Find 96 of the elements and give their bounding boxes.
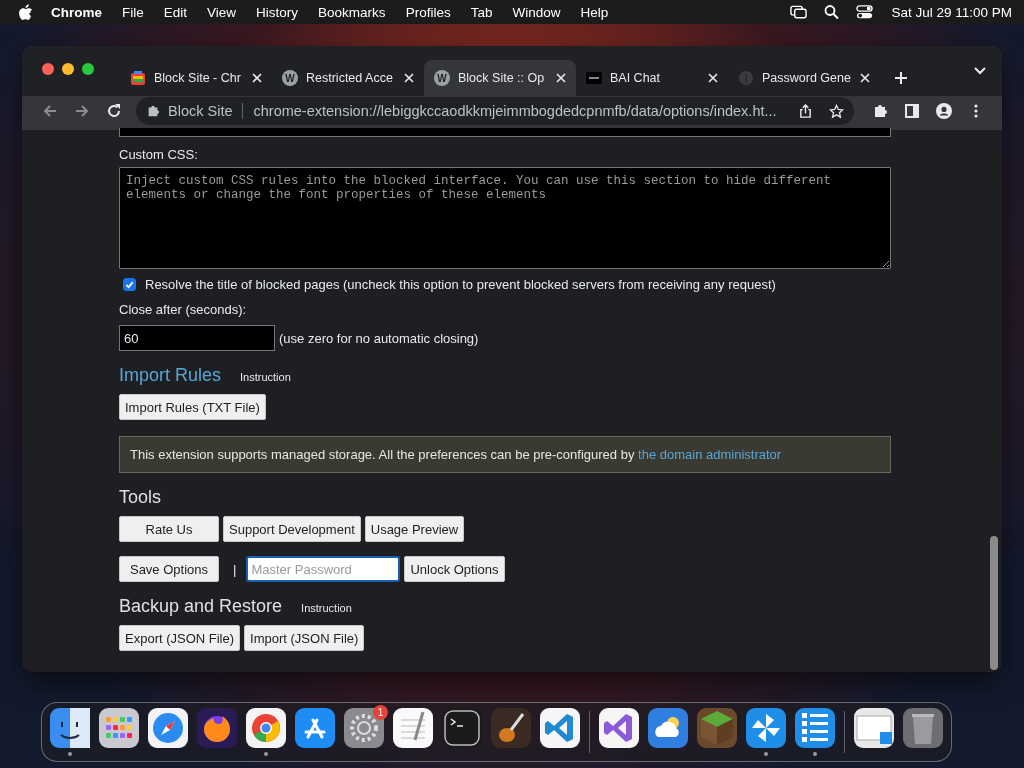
compass-icon[interactable] xyxy=(148,708,188,748)
favicon-icon xyxy=(130,70,146,86)
gear-icon[interactable] xyxy=(344,708,384,748)
menu-item[interactable]: File xyxy=(122,4,144,20)
favicon-icon xyxy=(738,70,754,86)
password-field[interactable]: Master Password xyxy=(246,556,401,582)
url-text: chrome-extension://lebiggkccaodkkmjeimmbogdedcpnmfb/data/options/index.ht... xyxy=(253,103,778,119)
fox-icon[interactable] xyxy=(197,708,237,748)
unlock-options-button[interactable]: Unlock Options xyxy=(404,556,505,582)
seconds-field[interactable]: 60 xyxy=(119,325,275,351)
tool-button[interactable]: Usage Preview xyxy=(364,516,465,542)
backup-button[interactable]: Import (JSON File) xyxy=(244,625,365,651)
browser-tab[interactable]: BAI Chat xyxy=(576,60,728,96)
profile-icon[interactable] xyxy=(936,103,952,119)
site-name: Block Site xyxy=(168,103,233,119)
instruction-link[interactable]: Instruction xyxy=(240,371,291,383)
checkbox-label: Resolve the title of blocked pages (uncheck this option to prevent blocked servers from receiving any request) xyxy=(145,277,776,292)
window-thumbnail-icon[interactable] xyxy=(854,708,894,748)
tab-title: Block Site - Chr xyxy=(154,71,242,85)
import-rules-button[interactable]: Import Rules (TXT File) xyxy=(119,394,266,420)
new-tab-icon[interactable] xyxy=(894,71,908,85)
reload-icon[interactable] xyxy=(106,103,122,119)
notice-text: This extension supports managed storage. All the preferences can be pre-configured by xyxy=(130,447,635,462)
favicon-icon: W xyxy=(282,70,298,86)
close-icon[interactable] xyxy=(404,73,414,83)
tool-button[interactable]: Support Development xyxy=(223,516,361,542)
close-icon[interactable] xyxy=(252,73,262,83)
chrome-icon[interactable] xyxy=(246,708,286,748)
browser-tab[interactable]: Block Site - Chr xyxy=(120,60,272,96)
menu-bar-clock[interactable]: Sat Jul 29 11:00 PM xyxy=(891,4,1012,20)
close-icon[interactable] xyxy=(556,73,566,83)
section-heading: Tools xyxy=(119,487,162,508)
star-icon[interactable] xyxy=(829,103,844,119)
app-grid-icon[interactable] xyxy=(99,708,139,748)
tab-title: Restricted Acce xyxy=(306,71,394,85)
notepad-icon[interactable] xyxy=(393,708,433,748)
section-heading: Import Rules xyxy=(119,365,222,386)
zoom-window-icon[interactable] xyxy=(82,63,94,75)
custom-css-field[interactable]: Inject custom CSS rules into the blocked interface. You can use this section to hide different elements or change the font properties of these elements xyxy=(119,167,891,269)
close-icon[interactable] xyxy=(708,73,718,83)
finder-icon[interactable] xyxy=(50,708,90,748)
menu-item[interactable]: Tab xyxy=(470,4,493,20)
section-heading: Backup and Restore xyxy=(119,596,283,617)
app-menu[interactable]: Chrome xyxy=(51,4,102,20)
menu-item[interactable]: Bookmarks xyxy=(318,4,386,20)
minimize-window-icon[interactable] xyxy=(62,63,74,75)
field-label: Close after (seconds): xyxy=(119,302,247,317)
list-icon[interactable] xyxy=(795,708,835,748)
terminal-icon[interactable] xyxy=(442,708,482,748)
tab-title: Password Gene xyxy=(762,71,852,85)
close-window-icon[interactable] xyxy=(42,63,54,75)
browser-tab[interactable]: Password Gene xyxy=(728,60,880,96)
apple-logo-icon[interactable] xyxy=(18,3,33,21)
administrator-link[interactable]: the domain administrator xyxy=(638,447,782,462)
tool-button[interactable]: Rate Us xyxy=(119,516,219,542)
extensions-icon[interactable] xyxy=(872,103,888,119)
app-store-icon[interactable] xyxy=(295,708,335,748)
trash-icon[interactable] xyxy=(903,708,943,748)
side-panel-icon[interactable] xyxy=(904,103,920,119)
close-icon[interactable] xyxy=(860,73,870,83)
separator-text: | xyxy=(233,561,237,577)
backup-button[interactable]: Export (JSON File) xyxy=(119,625,241,651)
share-icon[interactable] xyxy=(798,103,813,119)
grass-block-icon[interactable] xyxy=(697,708,737,748)
menu-item[interactable]: Edit xyxy=(163,4,188,20)
screen-mirroring-icon[interactable] xyxy=(790,4,808,20)
menu-item[interactable]: Window xyxy=(512,4,561,20)
tab-title: BAI Chat xyxy=(610,71,662,85)
notification-badge: 1 xyxy=(373,705,388,720)
tab-title: Block Site :: Op xyxy=(458,71,546,85)
favicon-icon xyxy=(586,70,602,86)
checkbox[interactable] xyxy=(123,278,136,291)
pinwheel-icon[interactable] xyxy=(746,708,786,748)
scrollbar-thumb[interactable] xyxy=(990,536,998,670)
field-label: Custom CSS: xyxy=(119,147,198,162)
hint-text: (use zero for no automatic closing) xyxy=(279,330,479,346)
toggles-icon[interactable] xyxy=(856,4,874,20)
bow-tie-editor-icon[interactable] xyxy=(599,708,639,748)
browser-tab[interactable]: W Block Site :: Op xyxy=(424,60,576,96)
tab-search-icon[interactable] xyxy=(974,67,986,75)
menu-item[interactable]: Profiles xyxy=(405,4,451,20)
address-bar[interactable]: Block Site chrome-extension://lebiggkccaodkkmjeimmbogdedcpnmfb/data/options/index.ht... xyxy=(136,97,854,125)
save-options-button[interactable]: Save Options xyxy=(119,556,219,582)
back-icon[interactable] xyxy=(42,103,58,119)
text-area[interactable] xyxy=(119,128,891,137)
menu-item[interactable]: View xyxy=(207,4,237,20)
cloud-icon[interactable] xyxy=(648,708,688,748)
forward-icon[interactable] xyxy=(74,103,90,119)
puzzle-piece-icon xyxy=(146,104,160,118)
code-editor-icon[interactable] xyxy=(540,708,580,748)
search-icon[interactable] xyxy=(823,4,841,20)
instruction-link[interactable]: Instruction xyxy=(301,602,352,614)
menu-item[interactable]: History xyxy=(256,4,299,20)
browser-tab[interactable]: W Restricted Acce xyxy=(272,60,424,96)
favicon-icon: W xyxy=(434,70,450,86)
menu-item[interactable]: Help xyxy=(580,4,609,20)
